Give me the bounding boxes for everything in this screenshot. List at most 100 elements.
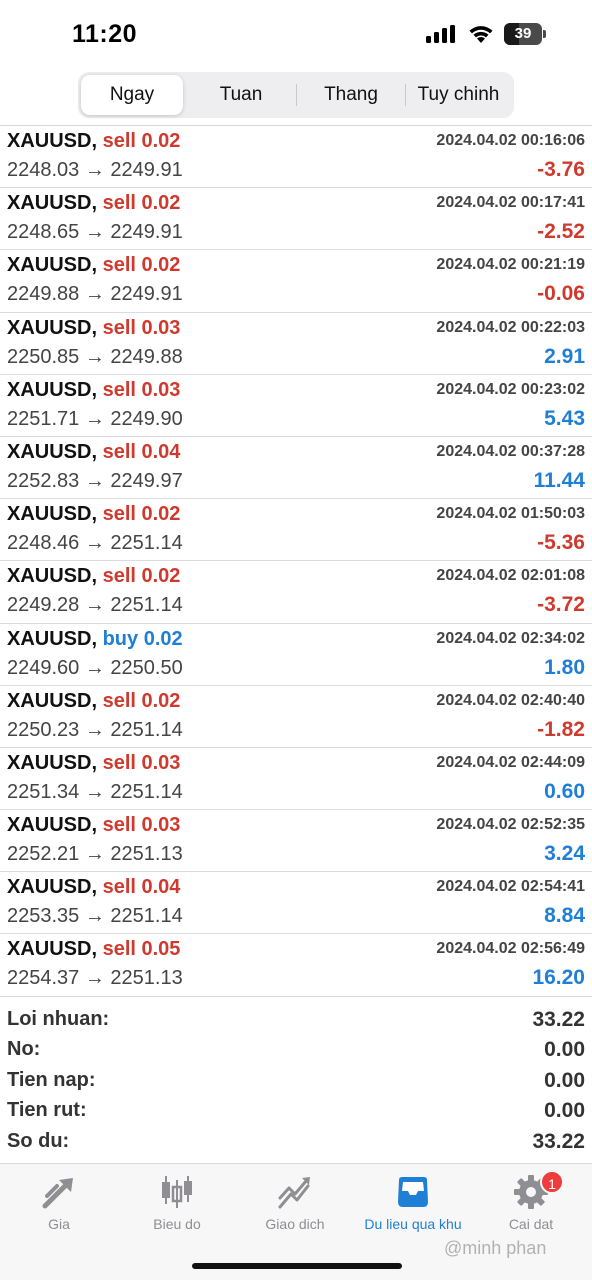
deal-row[interactable]: XAUUSD, sell 0.03 2024.04.02 00:23:02 2251… bbox=[0, 375, 592, 437]
summary-section: Loi nhuan: 33.22 No: 0.00 Tien nap: 0.00 Tien … bbox=[0, 1005, 592, 1157]
deal-prices: 2248.46 → 2251.14 bbox=[7, 532, 183, 555]
tab-gia[interactable]: Gia bbox=[0, 1164, 118, 1244]
deal-row[interactable]: XAUUSD, sell 0.04 2024.04.02 02:54:41 2253… bbox=[0, 872, 592, 935]
deal-symbol-line: XAUUSD, sell 0.03 bbox=[7, 317, 180, 340]
tab-ngay[interactable]: Ngay bbox=[81, 75, 183, 115]
deal-row[interactable]: XAUUSD, sell 0.02 2024.04.02 02:01:08 2249… bbox=[0, 561, 592, 624]
tab-cai-dat[interactable]: 1 Cai dat bbox=[472, 1164, 590, 1244]
deal-side-volume: sell 0.02 bbox=[102, 503, 181, 526]
deal-row[interactable]: XAUUSD, sell 0.02 2024.04.02 01:50:03 2248… bbox=[0, 499, 592, 562]
deal-time: 2024.04.02 02:52:35 bbox=[436, 816, 585, 834]
deal-profit: -5.36 bbox=[537, 531, 585, 555]
deal-profit: 0.60 bbox=[544, 779, 585, 803]
deal-side-volume: sell 0.02 bbox=[102, 130, 181, 152]
deal-row[interactable]: XAUUSD, sell 0.03 2024.04.02 02:44:09 2251… bbox=[0, 748, 592, 811]
deal-profit: -3.76 bbox=[537, 158, 585, 181]
deal-profit: 2.91 bbox=[544, 344, 585, 368]
deal-symbol-line: XAUUSD, sell 0.03 bbox=[7, 752, 180, 775]
tab-giao-dich[interactable]: Giao dich bbox=[236, 1164, 354, 1244]
deal-time: 2024.04.02 02:01:08 bbox=[436, 567, 585, 585]
deal-side-volume: buy 0.02 bbox=[102, 627, 183, 650]
battery-cap bbox=[543, 30, 546, 38]
deal-row[interactable]: XAUUSD, sell 0.02 2024.04.02 00:17:41 2248… bbox=[0, 188, 592, 251]
summary-label: No: bbox=[7, 1038, 41, 1061]
summary-value: 33.22 bbox=[532, 1008, 585, 1031]
deal-row[interactable]: XAUUSD, sell 0.04 2024.04.02 00:37:28 2252… bbox=[0, 437, 592, 500]
deal-side-volume: sell 0.04 bbox=[102, 876, 181, 899]
deal-row[interactable]: XAUUSD, sell 0.03 2024.04.02 02:52:35 2252… bbox=[0, 810, 592, 873]
tab-tuy-chinh[interactable]: Tuy chinh bbox=[406, 75, 511, 115]
deal-prices: 2254.37 → 2251.13 bbox=[7, 967, 183, 990]
segment-divider bbox=[296, 84, 297, 106]
tab-bieu-do[interactable]: Bieu do bbox=[118, 1164, 236, 1244]
summary-label: Tien rut: bbox=[7, 1099, 87, 1122]
deal-symbol-line: XAUUSD, sell 0.03 bbox=[7, 379, 180, 402]
deal-profit: 16.20 bbox=[532, 966, 585, 990]
quotes-arrows-icon bbox=[42, 1178, 73, 1209]
deal-profit: -1.82 bbox=[537, 717, 585, 741]
battery-indicator: 39 bbox=[504, 23, 546, 45]
summary-row: Tien rut: 0.00 bbox=[0, 1096, 592, 1126]
wifi-icon bbox=[469, 26, 493, 43]
deal-prices: 2250.85 → 2249.88 bbox=[7, 345, 183, 368]
tab-label: Gia bbox=[48, 1216, 70, 1232]
deal-row[interactable]: XAUUSD, sell 0.02 2024.04.02 00:16:06 2248… bbox=[0, 126, 592, 189]
deal-prices: 2248.03 → 2249.91 bbox=[7, 159, 183, 181]
deal-prices: 2249.60 → 2250.50 bbox=[7, 656, 183, 679]
deal-row[interactable]: XAUUSD, buy 0.02 2024.04.02 02:34:02 2249.… bbox=[0, 624, 592, 686]
deal-symbol: XAUUSD, bbox=[7, 627, 98, 650]
deal-row[interactable]: XAUUSD, sell 0.05 2024.04.02 02:56:49 2254… bbox=[0, 934, 592, 997]
tab-thang[interactable]: Thang bbox=[298, 75, 404, 115]
deal-symbol-line: XAUUSD, sell 0.02 bbox=[7, 503, 180, 526]
home-indicator[interactable] bbox=[192, 1263, 402, 1269]
deal-symbol: XAUUSD, bbox=[7, 938, 98, 961]
deal-time: 2024.04.02 00:21:19 bbox=[436, 256, 585, 274]
deal-profit: 5.43 bbox=[544, 406, 585, 430]
candlestick-chart-icon bbox=[162, 1176, 192, 1208]
deal-symbol-line: XAUUSD, sell 0.02 bbox=[7, 254, 180, 277]
deal-side-volume: sell 0.02 bbox=[102, 192, 181, 215]
deal-side-volume: sell 0.03 bbox=[102, 316, 181, 339]
deals-list: XAUUSD, sell 0.02 2024.04.02 00:16:06 2248… bbox=[0, 126, 592, 997]
deal-time: 2024.04.02 02:54:41 bbox=[436, 878, 585, 896]
deal-row[interactable]: XAUUSD, sell 0.02 2024.04.02 00:21:19 2249… bbox=[0, 250, 592, 313]
deal-prices: 2253.35 → 2251.14 bbox=[7, 905, 183, 928]
tab-du-lieu-qua-khu[interactable]: Du lieu qua khu bbox=[354, 1164, 472, 1244]
deal-row[interactable]: XAUUSD, sell 0.02 2024.04.02 02:40:40 2250… bbox=[0, 686, 592, 748]
deal-side-volume: sell 0.02 bbox=[102, 689, 181, 712]
deal-time: 2024.04.02 02:40:40 bbox=[436, 691, 585, 709]
deal-profit: 3.24 bbox=[544, 842, 585, 866]
tab-tuan[interactable]: Tuan bbox=[188, 75, 294, 115]
cellular-signal-icon bbox=[426, 25, 455, 43]
deal-time: 2024.04.02 01:50:03 bbox=[436, 505, 585, 523]
summary-row: So du: 33.22 bbox=[0, 1127, 592, 1157]
deal-symbol: XAUUSD, bbox=[7, 130, 98, 152]
deal-side-volume: sell 0.05 bbox=[102, 938, 181, 961]
deal-prices: 2252.83 → 2249.97 bbox=[7, 469, 183, 492]
deal-symbol: XAUUSD, bbox=[7, 689, 98, 712]
deal-profit: -3.72 bbox=[537, 593, 585, 617]
deal-prices: 2248.65 → 2249.91 bbox=[7, 221, 183, 244]
deal-symbol: XAUUSD, bbox=[7, 565, 98, 588]
deal-prices: 2250.23 → 2251.14 bbox=[7, 718, 183, 741]
deal-side-volume: sell 0.04 bbox=[102, 440, 181, 463]
deal-profit: 8.84 bbox=[544, 904, 585, 928]
deal-profit: 1.80 bbox=[544, 655, 585, 679]
status-time: 11:20 bbox=[72, 20, 138, 48]
deal-time: 2024.04.02 00:17:41 bbox=[436, 194, 585, 212]
deal-symbol-line: XAUUSD, sell 0.05 bbox=[7, 938, 180, 961]
deal-time: 2024.04.02 02:44:09 bbox=[436, 753, 585, 771]
deal-row[interactable]: XAUUSD, sell 0.03 2024.04.02 00:22:03 2250… bbox=[0, 313, 592, 375]
summary-value: 0.00 bbox=[544, 1099, 585, 1123]
summary-label: Loi nhuan: bbox=[7, 1008, 110, 1030]
summary-row: Loi nhuan: 33.22 bbox=[0, 1005, 592, 1035]
deal-symbol-line: XAUUSD, sell 0.02 bbox=[7, 192, 180, 215]
notification-badge: 1 bbox=[540, 1170, 564, 1194]
summary-value: 0.00 bbox=[544, 1068, 585, 1092]
deal-symbol: XAUUSD, bbox=[7, 876, 98, 899]
tab-label: Cai dat bbox=[508, 1216, 554, 1232]
summary-row: No: 0.00 bbox=[0, 1035, 592, 1065]
deal-symbol-line: XAUUSD, sell 0.04 bbox=[7, 876, 180, 899]
summary-value: 0.00 bbox=[544, 1038, 585, 1062]
summary-value: 33.22 bbox=[532, 1129, 585, 1153]
